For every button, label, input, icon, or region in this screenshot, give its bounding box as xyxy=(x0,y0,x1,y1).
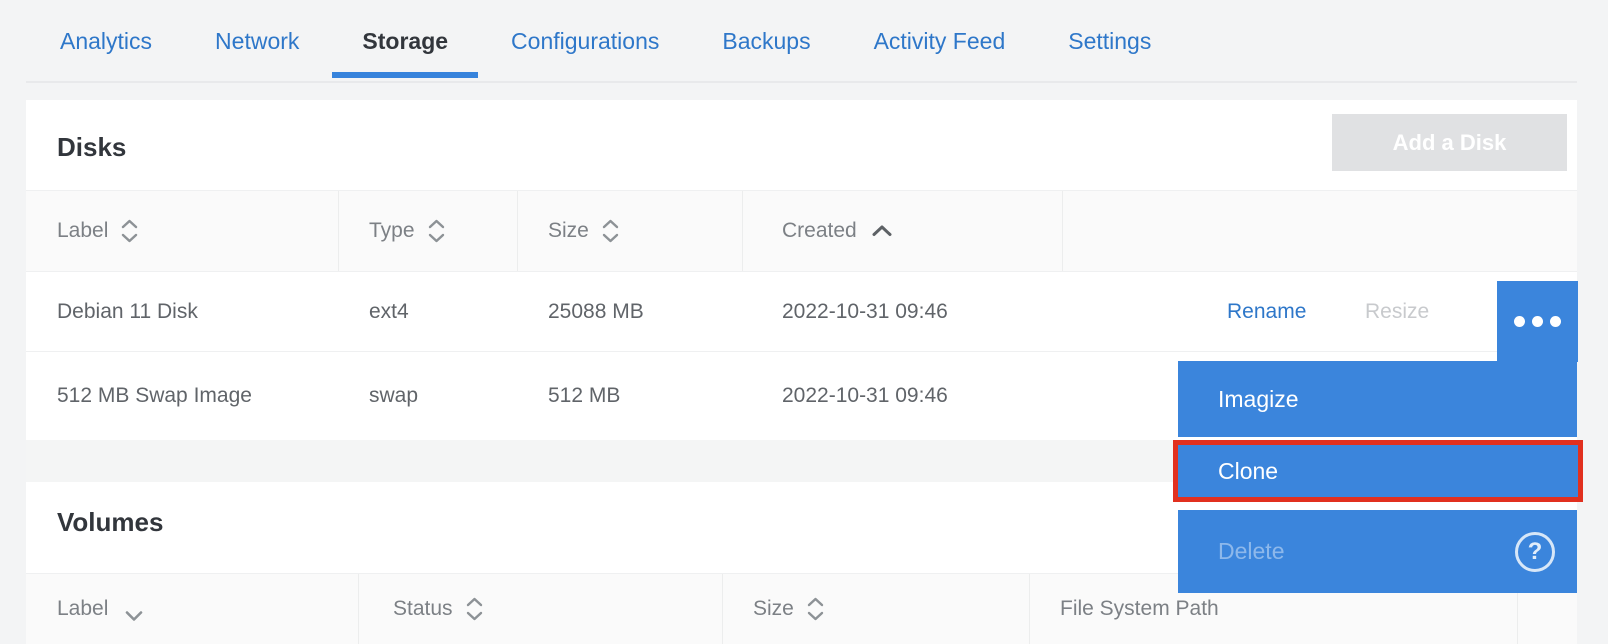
disks-table-header: Label Type Size xyxy=(26,190,1577,272)
tab-backups[interactable]: Backups xyxy=(722,2,810,81)
column-separator xyxy=(722,574,723,644)
sort-both-icon xyxy=(466,597,483,621)
disks-column-type[interactable]: Type xyxy=(369,191,445,271)
disk-label-cell: 512 MB Swap Image xyxy=(57,352,267,440)
tab-settings[interactable]: Settings xyxy=(1068,2,1151,81)
linode-storage-page: Analytics Network Storage Configurations… xyxy=(0,0,1608,644)
disks-column-created[interactable]: Created xyxy=(782,191,893,271)
sort-descending-icon xyxy=(124,604,144,628)
column-separator xyxy=(358,574,359,644)
tab-storage[interactable]: Storage xyxy=(362,2,448,81)
tab-analytics[interactable]: Analytics xyxy=(60,2,152,81)
volumes-section-title: Volumes xyxy=(57,507,163,538)
ellipsis-icon xyxy=(1550,316,1561,327)
tab-activity-feed[interactable]: Activity Feed xyxy=(874,2,1006,81)
more-actions-button[interactable] xyxy=(1497,281,1578,362)
sort-both-icon xyxy=(428,219,445,243)
ellipsis-icon xyxy=(1532,316,1543,327)
column-separator xyxy=(1029,574,1030,644)
disk-row-debian: Debian 11 Disk ext4 25088 MB 2022-10-31 … xyxy=(26,272,1577,352)
column-separator xyxy=(338,191,339,271)
disk-size-cell: 25088 MB xyxy=(548,272,644,351)
sort-both-icon xyxy=(121,219,138,243)
disks-column-label[interactable]: Label xyxy=(57,191,138,271)
sort-ascending-icon xyxy=(871,219,893,243)
clone-highlight-box: Clone xyxy=(1173,440,1583,502)
help-icon[interactable]: ? xyxy=(1515,532,1555,572)
volumes-column-size[interactable]: Size xyxy=(753,574,824,644)
disk-type-cell: swap xyxy=(369,352,418,440)
resize-link-disabled[interactable]: Resize xyxy=(1365,272,1429,351)
tab-bar: Analytics Network Storage Configurations… xyxy=(0,0,1608,83)
tab-bar-divider xyxy=(26,81,1577,83)
sort-both-icon xyxy=(807,597,824,621)
tab-network[interactable]: Network xyxy=(215,2,299,81)
disks-section-title: Disks xyxy=(57,132,126,163)
disk-created-cell: 2022-10-31 09:46 xyxy=(782,272,948,351)
volumes-column-status[interactable]: Status xyxy=(393,574,483,644)
menu-item-delete-disabled[interactable]: Delete ? xyxy=(1178,510,1577,593)
tab-configurations[interactable]: Configurations xyxy=(511,2,659,81)
column-separator xyxy=(517,191,518,271)
column-separator xyxy=(742,191,743,271)
sort-both-icon xyxy=(602,219,619,243)
volumes-column-label[interactable]: Label xyxy=(57,574,144,644)
rename-link[interactable]: Rename xyxy=(1227,272,1306,351)
disk-type-cell: ext4 xyxy=(369,272,409,351)
disk-size-cell: 512 MB xyxy=(548,352,620,440)
column-separator xyxy=(1062,191,1063,271)
menu-item-clone[interactable]: Clone xyxy=(1178,445,1578,497)
add-a-disk-button[interactable]: Add a Disk xyxy=(1332,114,1567,171)
disks-column-size[interactable]: Size xyxy=(548,191,619,271)
ellipsis-icon xyxy=(1514,316,1525,327)
disk-label-cell: Debian 11 Disk xyxy=(57,272,198,351)
menu-item-imagize[interactable]: Imagize xyxy=(1178,361,1577,437)
disk-created-cell: 2022-10-31 09:46 xyxy=(782,352,948,440)
